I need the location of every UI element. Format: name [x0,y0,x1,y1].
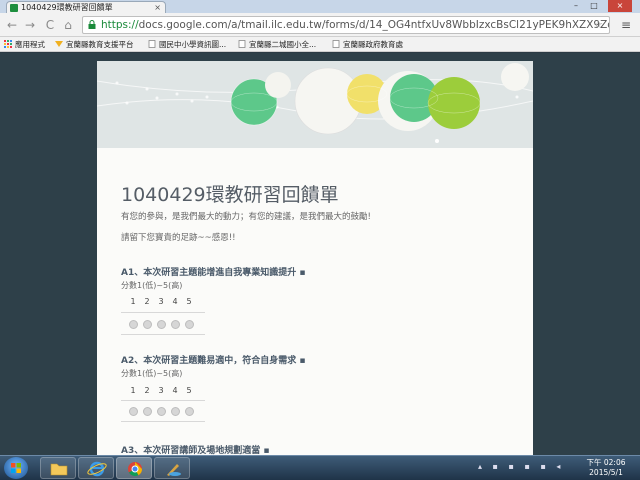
paint-brush-icon [167,464,181,476]
address-bar[interactable]: https://docs.google.com/a/tmail.ilc.edu.… [82,16,610,34]
apps-grid-icon [4,40,12,48]
scale-option-label: 4 [172,297,178,306]
question-scale-label: 分數1(低)~5(高) [121,369,183,378]
forward-button[interactable]: → [22,17,38,33]
radio-option-2[interactable] [143,407,152,416]
system-tray-icons[interactable]: ▴ ▪ ▪ ▪ ▪ ◂ [478,462,564,474]
scale-option-label: 2 [144,386,150,395]
bookmark-label: 宜蘭縣二城國小全... [249,40,317,49]
page-icon [148,40,156,48]
scale-divider [121,400,205,401]
internet-explorer-taskbar-button[interactable] [78,457,114,479]
form-card: 1040429環教研習回饋單 有您的參與，是我們最大的動力；有您的建議，是我們最… [97,61,533,456]
paint-taskbar-button[interactable] [154,457,190,479]
bookmark-label: 應用程式 [15,40,45,49]
form-description-note: 請留下您寶貴的足跡~~感恩!! [121,233,236,243]
url-path: docs.google.com/a/tmail.ilc.edu.tw/forms… [138,19,610,31]
minimize-button[interactable]: – [568,0,584,12]
bookmark-item[interactable]: 宜蘭縣二城國小全... [238,39,316,50]
question-title-a2: A2、本次研習主題難易適中，符合自身需求 ▪ [121,356,306,366]
bookmark-star-icon[interactable]: ☆ [593,17,603,33]
url-scheme: https:// [101,19,139,31]
radio-option-3[interactable] [157,320,166,329]
file-explorer-taskbar-button[interactable] [40,457,76,479]
radio-option-1[interactable] [129,407,138,416]
internet-explorer-icon [87,461,107,477]
scale-option-label: 3 [158,386,164,395]
question-title-a1: A1、本次研習主題能增進自我專業知識提升 ▪ [121,268,306,278]
browser-title-bar: 1040429環教研習回饋單 × – □ × [0,0,640,14]
chrome-menu-icon[interactable]: ≡ [618,17,634,33]
scale-option-label: 1 [130,386,136,395]
bookmarks-bar: 應用程式 宜蘭縣教育支援平台 國民中小學資訊圖... 宜蘭縣二城國小全... 宜… [0,37,640,52]
radio-option-4[interactable] [171,320,180,329]
folder-icon [50,463,68,476]
page-icon [238,40,246,48]
forms-favicon-icon [10,4,18,12]
scale-divider [121,421,205,422]
lantern-illustration [97,61,533,148]
chrome-taskbar-button[interactable] [116,457,152,479]
radio-option-4[interactable] [171,407,180,416]
scale-option-label: 1 [130,297,136,306]
radio-option-1[interactable] [129,320,138,329]
bookmark-item[interactable]: 宜蘭縣政府教育處 [332,39,403,50]
form-description: 有您的參與，是我們最大的動力；有您的建議，是我們最大的鼓勵! [121,212,371,222]
radio-option-5[interactable] [185,407,194,416]
scale-option-label: 5 [186,386,192,395]
start-button[interactable] [4,457,28,479]
home-button[interactable]: ⌂ [60,17,76,33]
chrome-icon [128,462,143,477]
bookmark-label: 宜蘭縣政府教育處 [343,40,403,49]
scale-option-label: 2 [144,297,150,306]
clock-time: 下午 02:06 [586,458,626,467]
maximize-button[interactable]: □ [586,0,602,12]
page-icon [332,40,340,48]
clock-date: 2015/5/1 [589,468,623,477]
windows-taskbar: ▴ ▪ ▪ ▪ ▪ ◂ 下午 02:06 2015/5/1 [0,455,640,480]
back-button[interactable]: ← [4,17,20,33]
bookmark-label: 國民中小學資訊圖... [159,40,227,49]
radio-option-5[interactable] [185,320,194,329]
bookmark-item[interactable]: 國民中小學資訊圖... [148,39,226,50]
clock[interactable]: 下午 02:06 2015/5/1 [576,458,636,478]
form-title: 1040429環教研習回饋單 [121,184,339,206]
radio-option-3[interactable] [157,407,166,416]
scale-divider [121,312,205,313]
radio-option-2[interactable] [143,320,152,329]
scale-option-label: 5 [186,297,192,306]
close-window-button[interactable]: × [608,0,632,12]
lock-icon [88,20,96,29]
scale-option-label: 4 [172,386,178,395]
reload-button[interactable]: C [42,17,58,33]
header-lanterns-image [97,61,533,148]
bookmark-item[interactable]: 宜蘭縣教育支援平台 [55,39,134,50]
tab-title: 1040429環教研習回饋單 [21,3,113,12]
bookmark-apps[interactable]: 應用程式 [4,39,45,50]
browser-toolbar: ← → C ⌂ https://docs.google.com/a/tmail.… [0,13,640,37]
scale-option-label: 3 [158,297,164,306]
bookmark-label: 宜蘭縣教育支援平台 [66,40,134,49]
windows-logo-icon [11,463,21,473]
scale-divider [121,334,205,335]
question-scale-label: 分數1(低)~5(高) [121,281,183,290]
bookmark-favicon-icon [55,41,63,47]
